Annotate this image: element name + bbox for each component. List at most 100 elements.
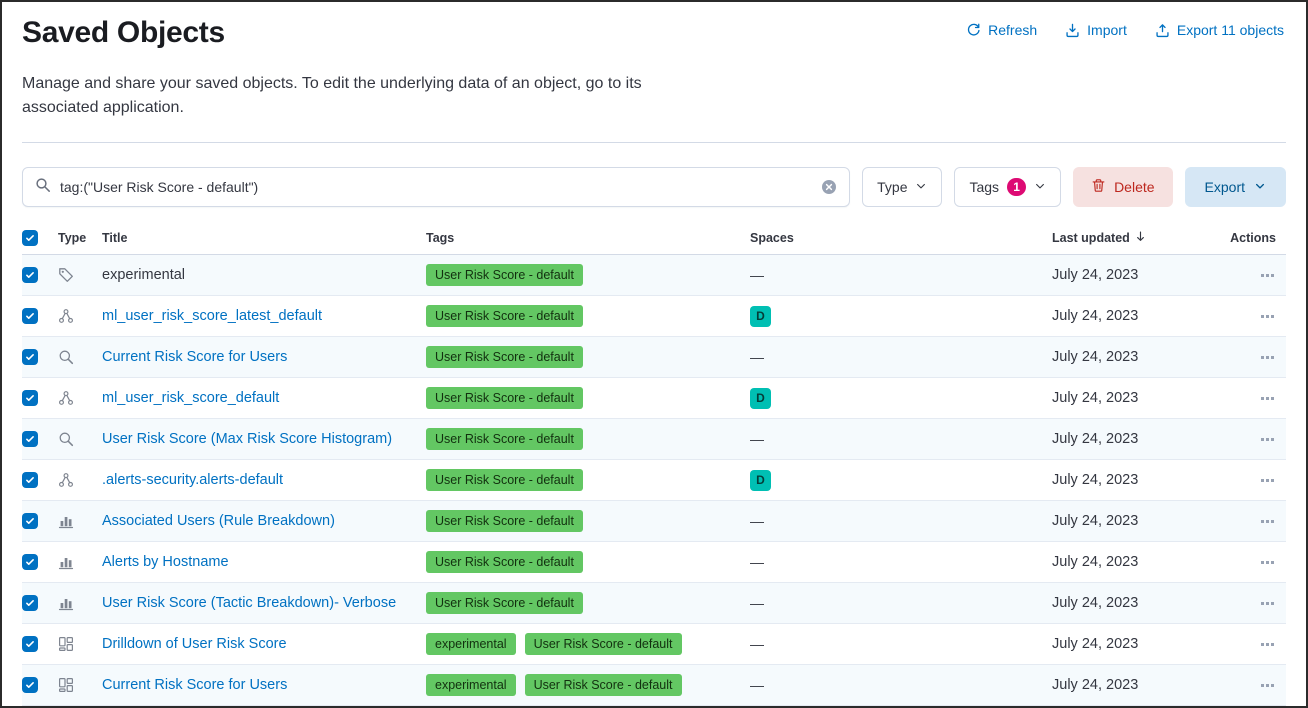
column-header-last-updated[interactable]: Last updated xyxy=(1052,230,1147,246)
row-checkbox[interactable] xyxy=(22,349,38,365)
tag-badge[interactable]: User Risk Score - default xyxy=(525,633,682,656)
row-checkbox[interactable] xyxy=(22,513,38,529)
actions-menu-button[interactable] xyxy=(1259,434,1276,445)
tags-filter-dropdown[interactable]: Tags 1 xyxy=(954,167,1061,207)
tag-badge[interactable]: User Risk Score - default xyxy=(426,264,583,287)
sort-descending-icon xyxy=(1134,230,1147,246)
actions-menu-button[interactable] xyxy=(1259,557,1276,568)
last-updated-value: July 24, 2023 xyxy=(1052,349,1227,365)
tag-badge[interactable]: User Risk Score - default xyxy=(426,469,583,492)
delete-button[interactable]: Delete xyxy=(1073,167,1172,207)
row-checkbox[interactable] xyxy=(22,308,38,324)
actions-menu-button[interactable] xyxy=(1259,639,1276,650)
import-button[interactable]: Import xyxy=(1065,22,1127,38)
actions-menu-button[interactable] xyxy=(1259,475,1276,486)
refresh-button[interactable]: Refresh xyxy=(966,22,1037,38)
search-box xyxy=(22,167,850,207)
no-spaces-dash: — xyxy=(750,677,764,693)
object-title[interactable]: ml_user_risk_score_default xyxy=(102,390,279,406)
tag-badge[interactable]: User Risk Score - default xyxy=(426,346,583,369)
tag-badge[interactable]: User Risk Score - default xyxy=(426,551,583,574)
bar-chart-icon xyxy=(58,554,74,570)
page-description: Manage and share your saved objects. To … xyxy=(22,72,677,120)
column-header-title: Title xyxy=(102,231,426,245)
row-checkbox[interactable] xyxy=(22,472,38,488)
toolbar: Type Tags 1 Delete Export xyxy=(22,167,1286,207)
actions-menu-button[interactable] xyxy=(1259,680,1276,691)
bar-chart-icon xyxy=(58,595,74,611)
object-title[interactable]: Current Risk Score for Users xyxy=(102,349,287,365)
tag-badge[interactable]: User Risk Score - default xyxy=(426,428,583,451)
row-checkbox[interactable] xyxy=(22,390,38,406)
last-updated-value: July 24, 2023 xyxy=(1052,390,1227,406)
object-title[interactable]: Current Risk Score for Users xyxy=(102,677,287,693)
import-icon xyxy=(1065,23,1080,38)
last-updated-value: July 24, 2023 xyxy=(1052,636,1227,652)
search-input[interactable] xyxy=(60,179,812,195)
row-checkbox[interactable] xyxy=(22,554,38,570)
chevron-down-icon xyxy=(1254,179,1266,195)
export-all-button[interactable]: Export 11 objects xyxy=(1155,22,1284,38)
object-title[interactable]: Drilldown of User Risk Score xyxy=(102,636,287,652)
last-updated-value: July 24, 2023 xyxy=(1052,308,1227,324)
last-updated-value: July 24, 2023 xyxy=(1052,472,1227,488)
actions-menu-button[interactable] xyxy=(1259,598,1276,609)
object-title[interactable]: ml_user_risk_score_latest_default xyxy=(102,308,322,324)
row-checkbox[interactable] xyxy=(22,267,38,283)
tag-badge[interactable]: User Risk Score - default xyxy=(426,510,583,533)
object-title: experimental xyxy=(102,267,185,283)
last-updated-value: July 24, 2023 xyxy=(1052,554,1227,570)
object-title[interactable]: .alerts-security.alerts-default xyxy=(102,472,283,488)
lens-icon xyxy=(58,431,74,447)
actions-menu-button[interactable] xyxy=(1259,352,1276,363)
tag-badge[interactable]: User Risk Score - default xyxy=(426,592,583,615)
clear-search-icon[interactable] xyxy=(821,179,837,195)
object-title[interactable]: User Risk Score (Tactic Breakdown)- Verb… xyxy=(102,595,396,611)
export-icon xyxy=(1155,23,1170,38)
dashboard-icon xyxy=(58,677,74,693)
table-row: Current Risk Score for Users experimental… xyxy=(22,665,1286,706)
object-title[interactable]: User Risk Score (Max Risk Score Histogra… xyxy=(102,431,392,447)
row-checkbox[interactable] xyxy=(22,677,38,693)
last-updated-value: July 24, 2023 xyxy=(1052,431,1227,447)
no-spaces-dash: — xyxy=(750,267,764,283)
tag-badge[interactable]: experimental xyxy=(426,674,516,697)
actions-menu-button[interactable] xyxy=(1259,270,1276,281)
bar-chart-icon xyxy=(58,513,74,529)
tag-badge[interactable]: User Risk Score - default xyxy=(525,674,682,697)
table-row: ml_user_risk_score_default User Risk Scor… xyxy=(22,378,1286,419)
object-title[interactable]: Associated Users (Rule Breakdown) xyxy=(102,513,335,529)
actions-menu-button[interactable] xyxy=(1259,393,1276,404)
no-spaces-dash: — xyxy=(750,554,764,570)
header-actions: Refresh Import Export 11 objects xyxy=(966,22,1284,38)
row-checkbox[interactable] xyxy=(22,431,38,447)
no-spaces-dash: — xyxy=(750,595,764,611)
chevron-down-icon xyxy=(915,179,927,195)
actions-menu-button[interactable] xyxy=(1259,311,1276,322)
row-checkbox[interactable] xyxy=(22,595,38,611)
actions-menu-button[interactable] xyxy=(1259,516,1276,527)
chevron-down-icon xyxy=(1034,179,1046,195)
tag-badge[interactable]: experimental xyxy=(426,633,516,656)
saved-objects-page: Saved Objects Refresh Import Export 11 o… xyxy=(0,0,1308,708)
select-all-checkbox[interactable] xyxy=(22,230,38,246)
type-filter-dropdown[interactable]: Type xyxy=(862,167,942,207)
no-spaces-dash: — xyxy=(750,513,764,529)
dashboard-icon xyxy=(58,636,74,652)
tag-badge[interactable]: User Risk Score - default xyxy=(426,305,583,328)
tags-count-badge: 1 xyxy=(1007,178,1026,196)
table-row: Current Risk Score for Users User Risk Sc… xyxy=(22,337,1286,378)
table-row: .alerts-security.alerts-default User Risk… xyxy=(22,460,1286,501)
tag-icon xyxy=(58,267,74,283)
object-title[interactable]: Alerts by Hostname xyxy=(102,554,229,570)
trash-icon xyxy=(1091,178,1106,196)
column-header-tags: Tags xyxy=(426,231,750,245)
column-header-actions: Actions xyxy=(1227,231,1286,245)
export-selected-button[interactable]: Export xyxy=(1185,167,1286,207)
row-checkbox[interactable] xyxy=(22,636,38,652)
last-updated-value: July 24, 2023 xyxy=(1052,513,1227,529)
table-row: User Risk Score (Tactic Breakdown)- Verb… xyxy=(22,583,1286,624)
last-updated-value: July 24, 2023 xyxy=(1052,267,1227,283)
page-header: Saved Objects Refresh Import Export 11 o… xyxy=(22,14,1286,50)
tag-badge[interactable]: User Risk Score - default xyxy=(426,387,583,410)
